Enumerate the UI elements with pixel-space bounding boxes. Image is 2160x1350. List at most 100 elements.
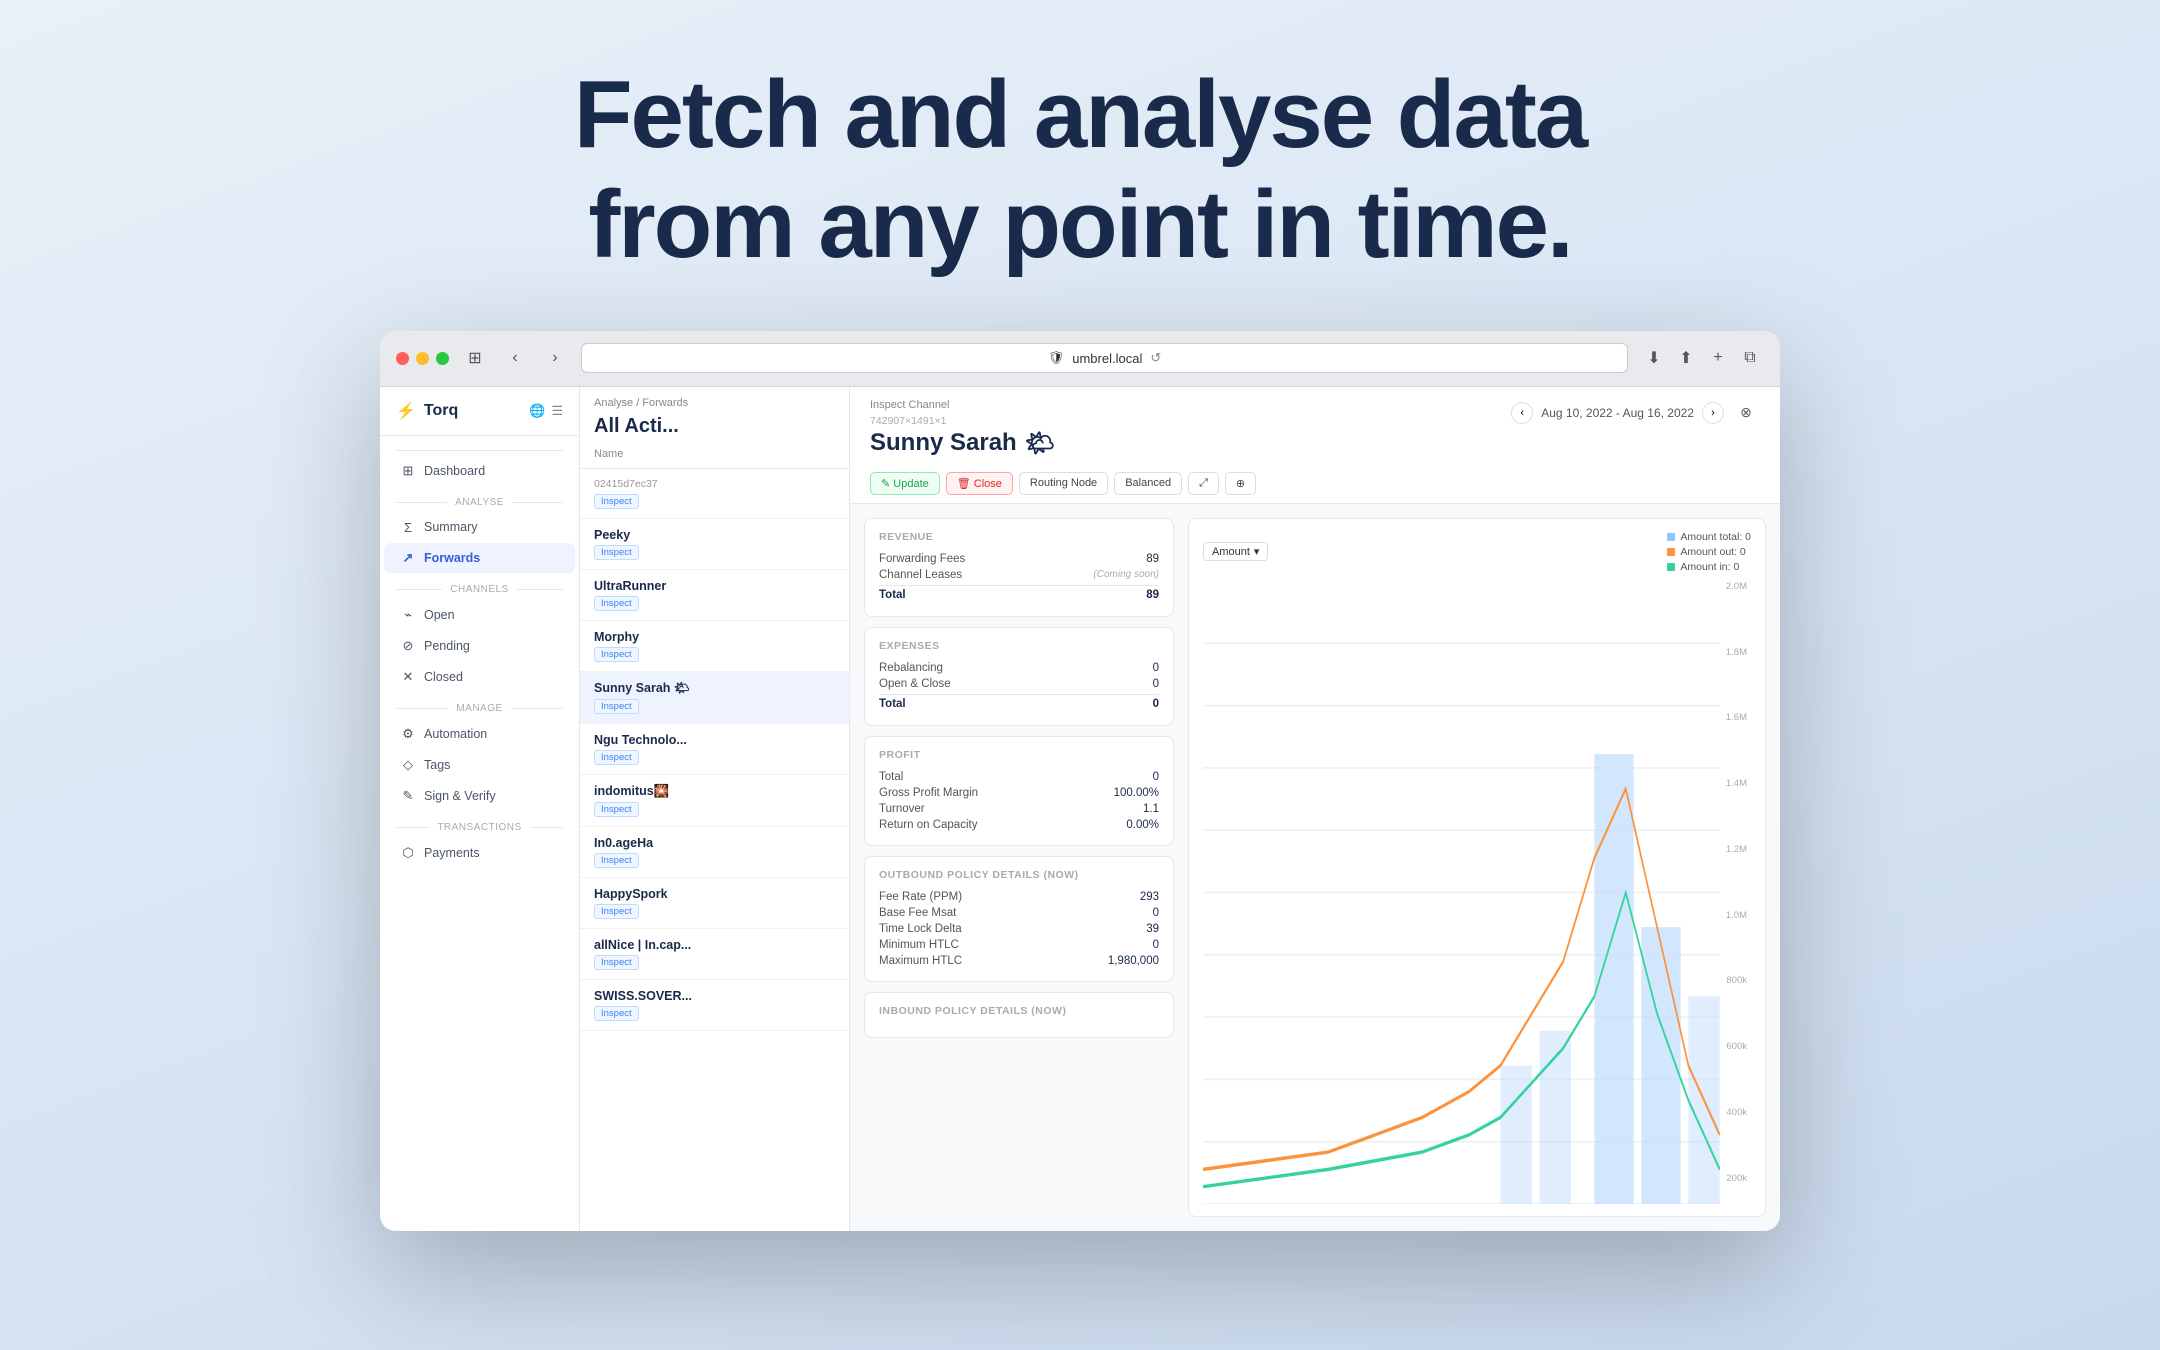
list-item[interactable]: Ngu Technolo... Inspect — [580, 724, 849, 775]
back-button[interactable]: ‹ — [501, 344, 529, 372]
inspect-tag[interactable]: Inspect — [594, 494, 639, 509]
close-button[interactable] — [396, 352, 409, 365]
maximize-button[interactable] — [436, 352, 449, 365]
app-layout: ⚡ Torq 🌐 ☰ ⊞ Dashboard — [380, 387, 1780, 1231]
date-next-button[interactable]: › — [1702, 402, 1724, 424]
detail-right-column: Amount ▾ Amount total: 0 — [1188, 518, 1766, 1217]
expenses-rebalancing: Rebalancing 0 — [879, 660, 1159, 676]
row-tags: Inspect — [594, 853, 835, 868]
sidebar-item-tags[interactable]: ◇ Tags — [384, 750, 575, 780]
address-bar[interactable]: 🛡 umbrel.local ↺ — [581, 343, 1628, 373]
row-tags: Inspect — [594, 699, 835, 714]
sidebar-item-open[interactable]: ⌁ Open — [384, 600, 575, 630]
row-tags: Inspect — [594, 494, 835, 509]
list-item[interactable]: In0.ageHa Inspect — [580, 827, 849, 878]
share-button[interactable]: ⬆ — [1672, 344, 1700, 372]
dashboard-icon: ⊞ — [400, 463, 416, 479]
download-button[interactable]: ⬇ — [1640, 344, 1668, 372]
row-name: SWISS.SOVER... — [594, 989, 835, 1003]
sidebar-item-sign-verify[interactable]: ✎ Sign & Verify — [384, 781, 575, 811]
legend-item-out: Amount out: 0 — [1667, 546, 1751, 558]
row-name: HappySpork — [594, 887, 835, 901]
list-item[interactable]: UltraRunner Inspect — [580, 570, 849, 621]
activity-title: All Acti... — [580, 413, 849, 448]
row-name: UltraRunner — [594, 579, 835, 593]
chevron-down-icon: ▾ — [1254, 545, 1260, 558]
inspect-label: Inspect Channel — [870, 399, 1055, 411]
list-item[interactable]: HappySpork Inspect — [580, 878, 849, 929]
legend-label-in: Amount in: 0 — [1680, 561, 1739, 573]
sidebar-label-summary: Summary — [424, 520, 477, 534]
list-item[interactable]: Peeky Inspect — [580, 519, 849, 570]
close-detail-button[interactable]: ⊗ — [1732, 399, 1760, 427]
list-item[interactable]: Sunny Sarah 🌤 Inspect — [580, 672, 849, 724]
sidebar-item-dashboard[interactable]: ⊞ Dashboard — [384, 456, 575, 486]
chart-selector-label: Amount — [1212, 546, 1250, 558]
chart-header: Amount ▾ Amount total: 0 — [1203, 531, 1751, 573]
routing-node-button[interactable]: Routing Node — [1019, 472, 1108, 495]
balanced-button[interactable]: Balanced — [1114, 472, 1182, 495]
legend-label-total: Amount total: 0 — [1680, 531, 1751, 543]
tags-icon: ◇ — [400, 757, 416, 773]
list-item[interactable]: SWISS.SOVER... Inspect — [580, 980, 849, 1031]
browser-actions: ⬇ ⬆ + ⧉ — [1640, 344, 1764, 372]
list-item[interactable]: allNice | In.cap... Inspect — [580, 929, 849, 980]
sidebar-item-forwards[interactable]: ↗ Forwards — [384, 543, 575, 573]
date-prev-button[interactable]: ‹ — [1511, 402, 1533, 424]
expand-button[interactable]: ⤢ — [1188, 472, 1219, 495]
list-item[interactable]: 02415d7ec37 Inspect — [580, 469, 849, 519]
revenue-forwarding-fees: Forwarding Fees 89 — [879, 551, 1159, 567]
inspect-tag[interactable]: Inspect — [594, 699, 639, 714]
sidebar-item-pending[interactable]: ⊘ Pending — [384, 631, 575, 661]
row-name: Ngu Technolo... — [594, 733, 835, 747]
chart-card: Amount ▾ Amount total: 0 — [1188, 518, 1766, 1217]
activity-panel: Analyse / Forwards All Acti... Name 0241… — [580, 387, 850, 1231]
minimize-button[interactable] — [416, 352, 429, 365]
legend-item-total: Amount total: 0 — [1667, 531, 1751, 543]
row-id: 02415d7ec37 — [594, 478, 835, 490]
outbound-fee-rate: Fee Rate (PPM) 293 — [879, 889, 1159, 905]
expenses-total: Total 0 — [879, 694, 1159, 713]
inspect-tag[interactable]: Inspect — [594, 802, 639, 817]
inspect-tag[interactable]: Inspect — [594, 750, 639, 765]
hero-title: Fetch and analyse data from any point in… — [574, 60, 1586, 281]
row-name: allNice | In.cap... — [594, 938, 835, 952]
inspect-tag[interactable]: Inspect — [594, 955, 639, 970]
chart-selector[interactable]: Amount ▾ — [1203, 542, 1268, 561]
inspect-tag[interactable]: Inspect — [594, 904, 639, 919]
sidebar-item-closed[interactable]: ✕ Closed — [384, 662, 575, 692]
inspect-tag[interactable]: Inspect — [594, 1006, 639, 1021]
profit-gross-margin: Gross Profit Margin 100.00% — [879, 785, 1159, 801]
detail-left-column: Revenue Forwarding Fees 89 Channel Lease… — [864, 518, 1174, 1217]
row-name: indomitus🎇 — [594, 784, 835, 799]
forward-button[interactable]: › — [541, 344, 569, 372]
add-button[interactable]: ⊕ — [1225, 472, 1256, 495]
new-tab-button[interactable]: + — [1704, 344, 1732, 372]
breadcrumb: Analyse / Forwards — [580, 387, 849, 413]
detail-panel: Inspect Channel 742907×1491×1 Sunny Sara… — [850, 387, 1780, 1231]
row-tags: Inspect — [594, 955, 835, 970]
copy-button[interactable]: ⧉ — [1736, 344, 1764, 372]
inspect-tag[interactable]: Inspect — [594, 596, 639, 611]
inspect-tag[interactable]: Inspect — [594, 647, 639, 662]
sidebar-toggle-button[interactable]: ⊞ — [461, 344, 489, 372]
sidebar-section-transactions: Transactions — [380, 812, 579, 837]
sidebar-item-automation[interactable]: ⚙ Automation — [384, 719, 575, 749]
legend-dot-in — [1667, 563, 1675, 571]
outbound-base-fee: Base Fee Msat 0 — [879, 905, 1159, 921]
list-item[interactable]: indomitus🎇 Inspect — [580, 775, 849, 827]
pending-icon: ⊘ — [400, 638, 416, 654]
sidebar-item-payments[interactable]: ⬡ Payments — [384, 838, 575, 868]
row-tags: Inspect — [594, 596, 835, 611]
inspect-tag[interactable]: Inspect — [594, 853, 639, 868]
open-icon: ⌁ — [400, 607, 416, 623]
channel-id: 742907×1491×1 — [870, 415, 1055, 427]
close-channel-button[interactable]: 🗑 Close — [946, 472, 1013, 495]
update-button[interactable]: ✎ Update — [870, 472, 940, 495]
expenses-card-title: Expenses — [879, 640, 1159, 652]
sidebar-item-summary[interactable]: Σ Summary — [384, 513, 575, 542]
list-item[interactable]: Morphy Inspect — [580, 621, 849, 672]
row-name: In0.ageHa — [594, 836, 835, 850]
closed-icon: ✕ — [400, 669, 416, 685]
inspect-tag[interactable]: Inspect — [594, 545, 639, 560]
